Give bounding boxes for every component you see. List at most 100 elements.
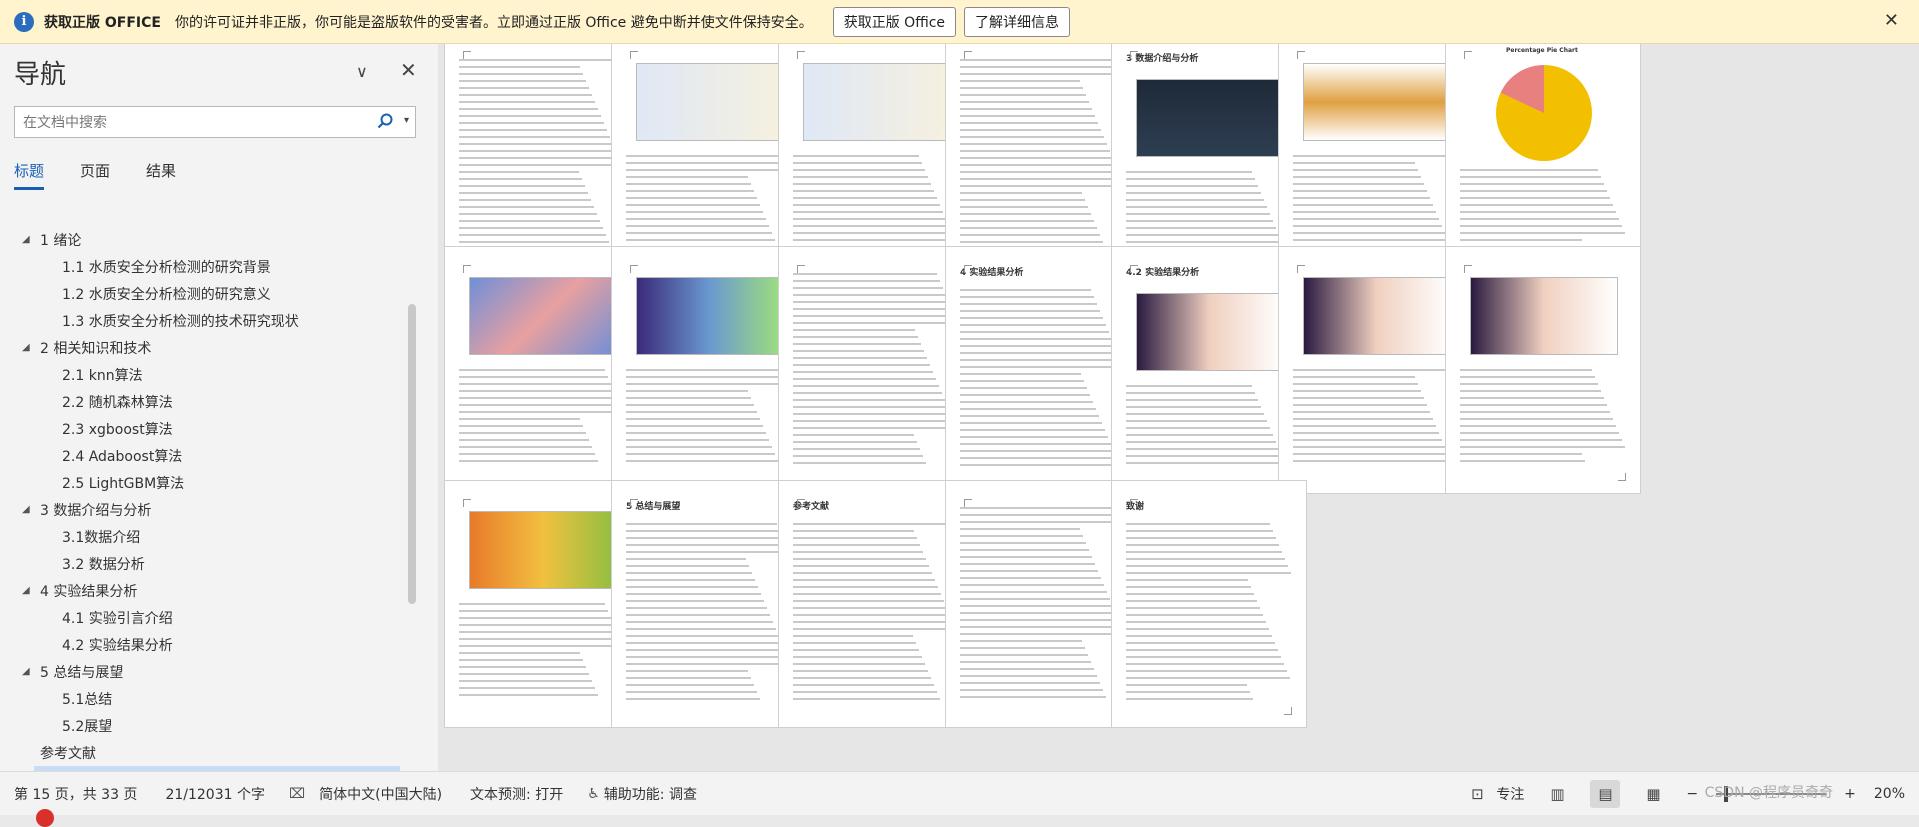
text-line (626, 239, 775, 241)
text-line (960, 310, 1100, 312)
read-mode-icon[interactable]: ▥ (1542, 780, 1572, 808)
text-line (459, 418, 580, 420)
text-line (459, 411, 623, 413)
nav-heading-item[interactable]: 5.2展望 (0, 712, 420, 739)
text-line (793, 399, 945, 401)
text-line (960, 612, 1116, 614)
nav-heading-item[interactable]: 2.1 knn算法 (0, 361, 420, 388)
text-line (1126, 413, 1264, 415)
collapse-caret-icon[interactable]: ◢ (22, 504, 40, 515)
text-line (793, 190, 934, 192)
nav-heading-item[interactable]: ◢ 2 相关知识和技术 (0, 334, 420, 361)
text-line (793, 280, 940, 282)
get-genuine-office-button[interactable]: 获取正版 Office (832, 6, 957, 37)
nav-heading-item[interactable]: 4.1 实验引言介绍 (0, 604, 420, 631)
text-line (793, 455, 923, 457)
text-line (793, 551, 923, 553)
text-line (960, 668, 1094, 670)
text-line (793, 239, 955, 241)
nav-heading-label: 3.2 数据分析 (62, 556, 145, 573)
text-line (1126, 551, 1282, 553)
zoom-level[interactable]: 20% (1874, 786, 1905, 802)
nav-heading-item[interactable]: ◢ 5 总结与展望 (0, 658, 420, 685)
nav-scrollbar[interactable] (408, 304, 416, 604)
collapse-caret-icon[interactable]: ◢ (22, 666, 40, 677)
page-thumbnail[interactable]: Percentage Pie Chart (1445, 44, 1641, 280)
nav-heading-item[interactable]: ◢ 4 实验结果分析 (0, 577, 420, 604)
message-title: 获取正版 OFFICE (44, 14, 161, 31)
nav-tabs: 标题 页面 结果 (14, 160, 176, 190)
info-icon: i (14, 11, 34, 32)
page-thumbnail[interactable] (1445, 246, 1641, 494)
text-line (1293, 225, 1442, 227)
text-line (793, 169, 925, 171)
nav-heading-item[interactable]: 2.5 LightGBM算法 (0, 469, 420, 496)
accessibility-status[interactable]: 辅助功能: 调查 (604, 784, 697, 804)
text-line (960, 73, 1123, 75)
tab-pages[interactable]: 页面 (80, 160, 110, 190)
learn-more-button[interactable]: 了解详细信息 (964, 6, 1071, 37)
nav-heading-item[interactable]: 3.2 数据分析 (0, 550, 420, 577)
text-line (793, 441, 917, 443)
text-line (1126, 691, 1250, 693)
document-area[interactable]: 3 数据介绍与分析 Percentage Pie Chart 4 实验结果分析 4.2… (438, 44, 1919, 771)
text-prediction-status[interactable]: 文本预测: 打开 (470, 784, 563, 804)
text-line (960, 352, 1118, 354)
collapse-caret-icon[interactable]: ◢ (22, 585, 40, 596)
collapse-caret-icon[interactable]: ◢ (22, 234, 40, 245)
nav-heading-item[interactable]: 1.2 水质安全分析检测的研究意义 (0, 280, 420, 307)
text-line (1293, 190, 1427, 192)
nav-heading-item[interactable]: 参考文献 (0, 739, 420, 766)
nav-heading-item[interactable]: 5.1总结 (0, 685, 420, 712)
text-line (793, 565, 929, 567)
page-corner-mark (1130, 51, 1138, 59)
web-layout-icon[interactable]: ▦ (1638, 780, 1668, 808)
nav-heading-item[interactable]: ◢ 3 数据介绍与分析 (0, 496, 420, 523)
text-line (793, 698, 940, 700)
tab-results[interactable]: 结果 (146, 160, 176, 190)
language-status[interactable]: 简体中文(中国大陆) (319, 784, 442, 804)
text-line (1293, 404, 1427, 406)
chevron-down-icon[interactable]: ∨ (356, 62, 368, 81)
zoom-in-icon[interactable]: + (1844, 786, 1856, 802)
tab-headings[interactable]: 标题 (14, 160, 45, 190)
page-corner-mark (797, 499, 805, 507)
text-line (1460, 169, 1598, 171)
focus-icon[interactable]: ⊡ (1462, 780, 1492, 808)
text-line (626, 197, 757, 199)
collapse-caret-icon[interactable]: ◢ (22, 342, 40, 353)
text-line (960, 457, 1117, 459)
text-line (960, 87, 1083, 89)
nav-heading-item[interactable]: 4.2 实验结果分析 (0, 631, 420, 658)
nav-heading-item[interactable]: 1.1 水质安全分析检测的研究背景 (0, 253, 420, 280)
text-line (960, 80, 1080, 82)
search-icon[interactable] (377, 113, 393, 129)
notification-dot (36, 809, 54, 827)
focus-label[interactable]: 专注 (1496, 784, 1524, 804)
text-line (1126, 572, 1291, 574)
text-line (1126, 663, 1284, 665)
close-icon[interactable]: ✕ (1884, 10, 1899, 31)
chevron-down-icon[interactable]: ▾ (404, 115, 409, 126)
page-count[interactable]: 第 15 页，共 33 页 (14, 784, 137, 804)
nav-heading-item[interactable]: 1.3 水质安全分析检测的技术研究现状 (0, 307, 420, 334)
text-line (793, 350, 924, 352)
page-thumbnail[interactable]: 致谢 (1111, 480, 1307, 728)
zoom-out-icon[interactable]: − (1686, 786, 1698, 802)
text-line (459, 192, 588, 194)
text-line (1293, 232, 1445, 234)
nav-heading-item[interactable]: 3.1数据介绍 (0, 523, 420, 550)
proofing-icon[interactable]: ⌧ (289, 786, 305, 802)
nav-heading-item[interactable]: 2.4 Adaboost算法 (0, 442, 420, 469)
close-icon[interactable]: ✕ (400, 58, 417, 82)
search-input[interactable]: 在文档中搜索 ▾ (14, 106, 416, 138)
word-count[interactable]: 21/12031 个字 (165, 784, 265, 804)
nav-heading-label: 2.2 随机森林算法 (62, 394, 173, 411)
nav-heading-item[interactable]: 2.3 xgboost算法 (0, 415, 420, 442)
text-line (459, 610, 608, 612)
text-line (793, 684, 934, 686)
print-layout-icon[interactable]: ▤ (1590, 780, 1621, 808)
nav-heading-item[interactable]: ◢ 1 绪论 (0, 226, 420, 253)
nav-heading-label: 参考文献 (40, 745, 96, 762)
nav-heading-item[interactable]: 2.2 随机森林算法 (0, 388, 420, 415)
